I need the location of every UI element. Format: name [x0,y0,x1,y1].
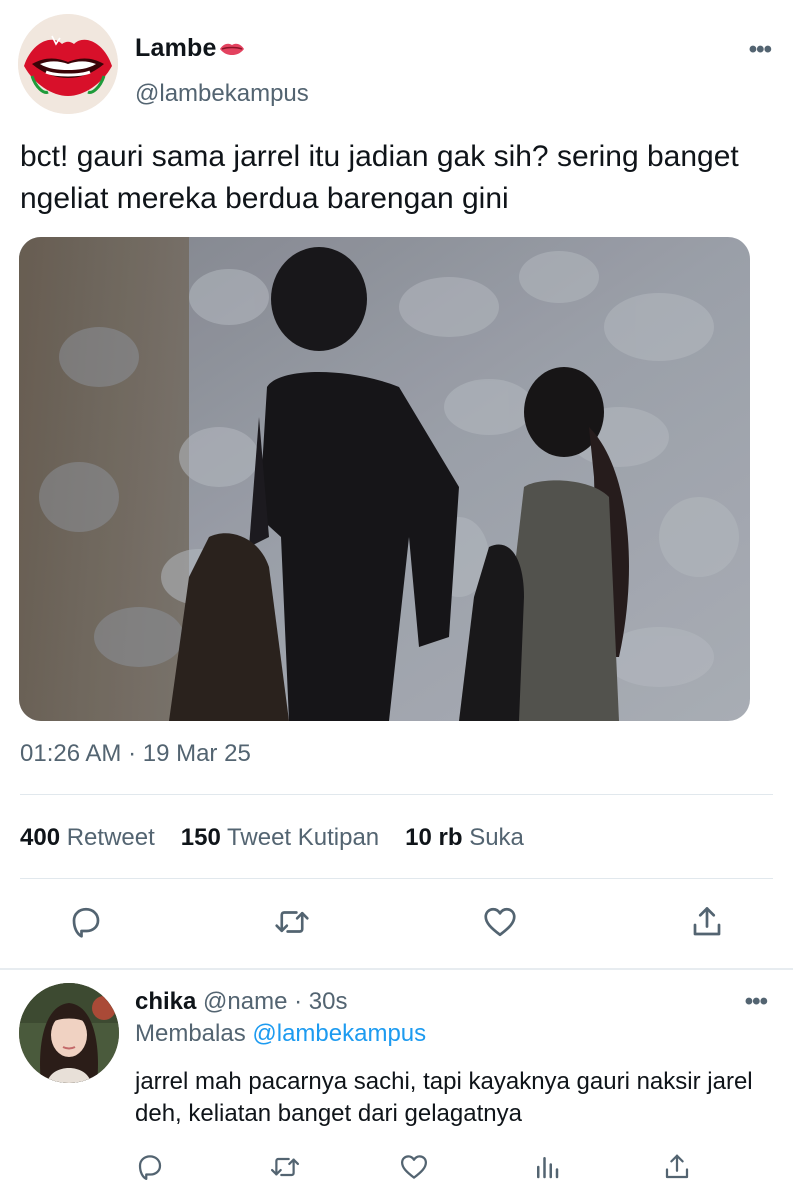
replying-mention-link[interactable]: @lambekampus [252,1020,426,1047]
reply-time[interactable]: · 30s [294,988,347,1015]
tweet-photo[interactable] [19,237,750,721]
author-avatar[interactable] [18,14,118,114]
quote-count[interactable]: 150 Tweet Kutipan [181,824,379,852]
more-options-icon[interactable]: ••• [749,36,772,64]
reply-author-name[interactable]: chika [135,988,196,1015]
tweet-text: bct! gauri sama jarrel itu jadian gak si… [20,140,739,215]
author-name[interactable]: Lambe [135,34,245,63]
retweet-icon[interactable] [268,1150,302,1184]
reply-icon[interactable] [66,902,106,942]
divider [20,794,773,795]
quote-count-label: Tweet Kutipan [227,824,380,851]
quote-count-value: 150 [180,824,221,851]
like-icon[interactable] [397,1150,431,1184]
retweet-icon[interactable] [272,902,312,942]
reply-avatar[interactable] [19,983,119,1083]
retweet-count[interactable]: 400 Retweet [20,824,155,852]
reply-avatar-image [19,983,119,1083]
like-icon[interactable] [480,902,520,942]
tweet-timestamp[interactable]: 01:26 AM · 19 Mar 25 [20,740,251,768]
retweet-count-value: 400 [20,824,61,851]
author-handle[interactable]: @lambekampus [135,80,309,108]
analytics-icon[interactable] [530,1150,564,1184]
reply-actions [0,1150,793,1190]
tweet-actions [0,902,793,952]
share-icon[interactable] [687,902,727,942]
retweet-count-label: Retweet [66,824,155,851]
like-count-value: 10 rb [405,824,463,851]
reply-text: jarrel mah pacarnya sachi, tapi kayaknya… [135,1068,753,1127]
share-icon[interactable] [660,1150,694,1184]
photo-image [19,237,750,721]
author-name-text: Lambe [135,34,217,62]
reply-author-handle[interactable]: @name [203,988,287,1015]
lips-logo-icon [18,14,118,114]
replying-prefix: Membalas [135,1020,246,1047]
reply-more-options-icon[interactable]: ••• [745,988,768,1016]
divider [20,878,773,879]
reply-tweet[interactable]: chika @name · 30s ••• Membalas @lambekam… [0,970,793,1200]
reply-icon[interactable] [133,1150,167,1184]
reply-author-line: chika @name · 30s [135,988,347,1016]
tweet-stats: 400 Retweet 150 Tweet Kutipan 10 rb Suka [20,824,524,852]
lips-emoji-icon [219,43,244,55]
tweet-header: Lambe @lambekampus ••• [18,14,775,114]
like-count-label: Suka [469,824,524,851]
like-count[interactable]: 10 rb Suka [405,824,524,852]
replying-to: Membalas @lambekampus [135,1020,426,1048]
